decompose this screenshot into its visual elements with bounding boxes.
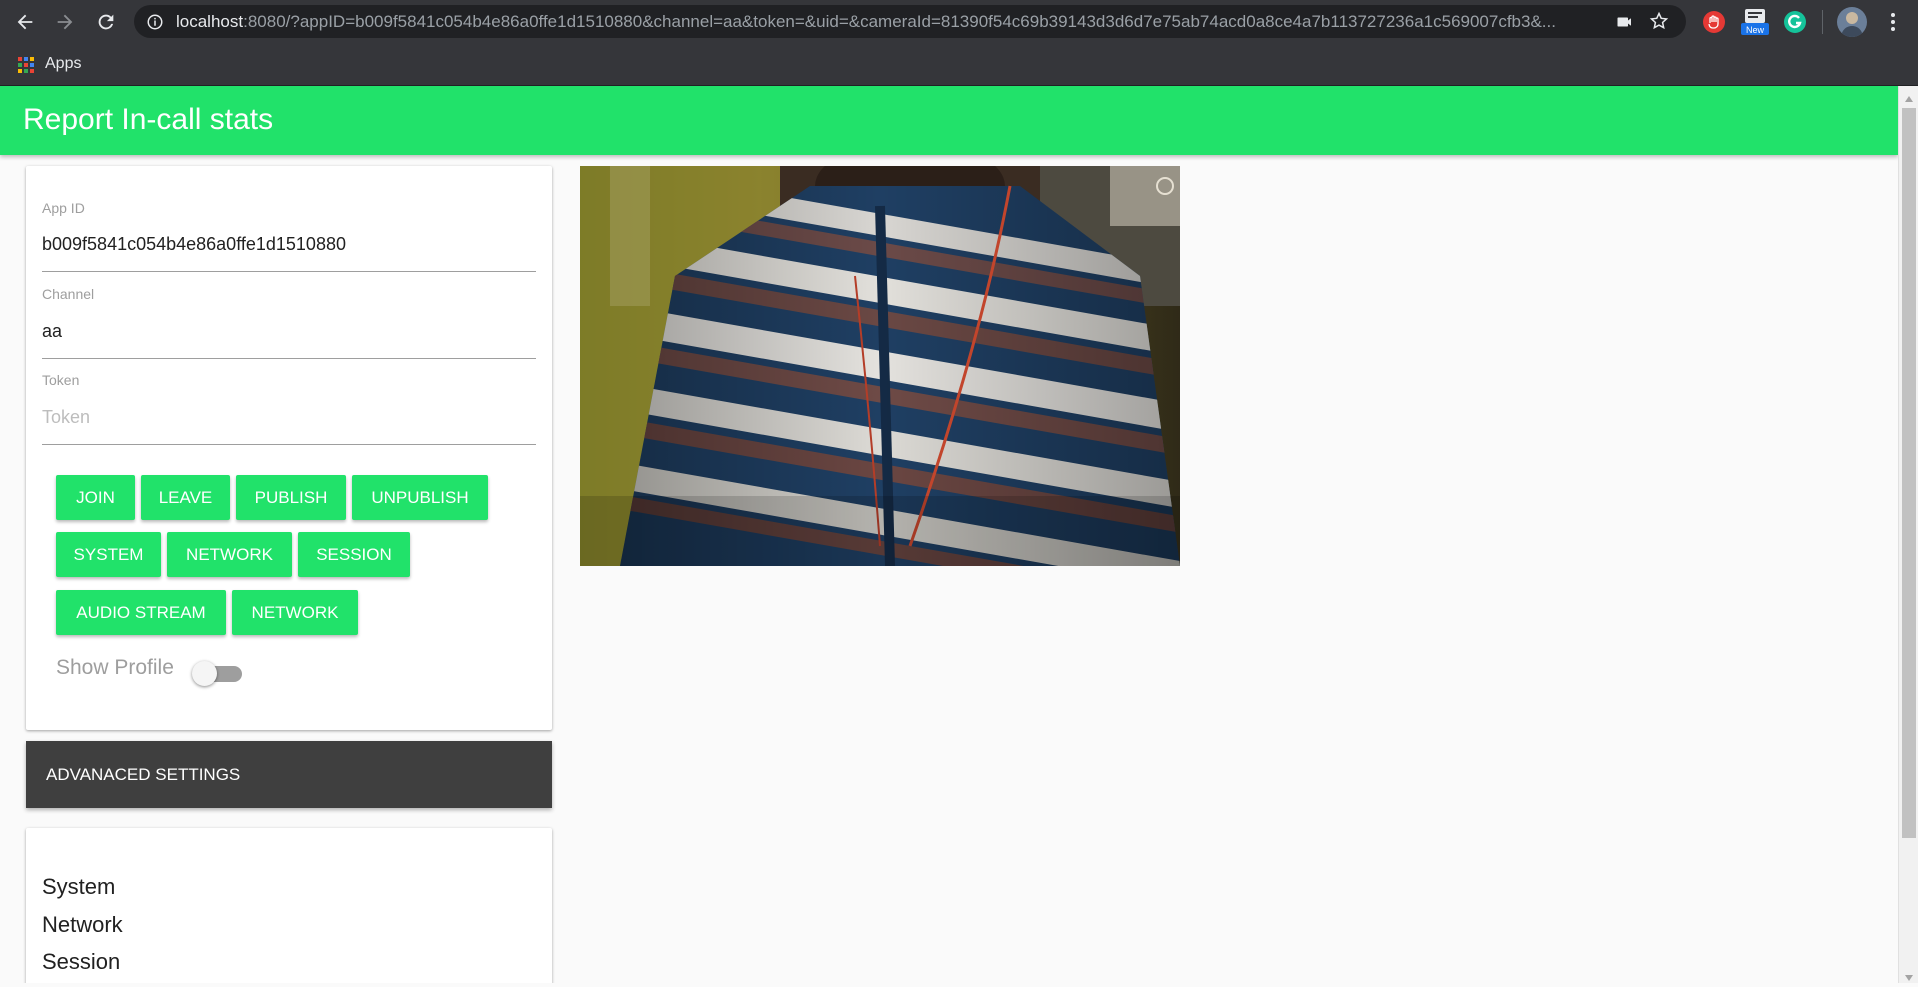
page-title: Report In-call stats	[23, 103, 274, 136]
list-item-system[interactable]: System	[42, 874, 115, 900]
page-scrollbar[interactable]	[1898, 86, 1918, 983]
channel-input[interactable]	[42, 317, 536, 345]
bookmarks-bar: Apps	[0, 43, 1918, 86]
advanced-settings-toggle[interactable]: ADVANACED SETTINGS	[26, 741, 552, 808]
join-button[interactable]: JOIN	[56, 475, 135, 520]
token-label: Token	[42, 372, 80, 388]
local-video-stream	[580, 166, 1180, 566]
advanced-settings-label: ADVANACED SETTINGS	[46, 765, 241, 784]
back-icon[interactable]	[11, 8, 39, 36]
session-stats-button[interactable]: SESSION	[298, 532, 410, 577]
bookmark-apps[interactable]: Apps	[45, 55, 81, 73]
grammarly-icon[interactable]	[1782, 9, 1808, 35]
show-profile-toggle-knob[interactable]	[192, 661, 217, 686]
camera-icon[interactable]	[1615, 13, 1635, 36]
info-icon[interactable]	[146, 13, 164, 36]
scroll-down-arrow-icon[interactable]	[1904, 969, 1914, 987]
apps-grid-icon[interactable]	[18, 57, 34, 78]
network-stream-button[interactable]: NETWORK	[232, 590, 358, 635]
network-stats-button[interactable]: NETWORK	[167, 532, 292, 577]
browser-toolbar: localhost:8080/?appID=b009f5841c054b4e86…	[0, 0, 1918, 43]
video-frame	[580, 166, 1180, 566]
app-id-label: App ID	[42, 200, 85, 216]
address-bar[interactable]: localhost:8080/?appID=b009f5841c054b4e86…	[134, 5, 1686, 38]
token-underline	[42, 444, 536, 445]
stats-list-card: System Network Session	[26, 828, 552, 983]
publish-button[interactable]: PUBLISH	[236, 475, 346, 520]
profile-avatar[interactable]	[1837, 7, 1867, 37]
svg-text:New: New	[1746, 25, 1765, 35]
url-text: localhost:8080/?appID=b009f5841c054b4e86…	[176, 12, 1556, 31]
extension-stop-icon[interactable]	[1701, 9, 1727, 35]
system-stats-button[interactable]: SYSTEM	[56, 532, 161, 577]
channel-underline	[42, 358, 536, 359]
scroll-thumb[interactable]	[1902, 108, 1916, 838]
star-icon[interactable]	[1649, 11, 1669, 36]
connection-form-card: App ID Channel Token JOIN LEAVE PUBLISH …	[26, 166, 552, 730]
unpublish-button[interactable]: UNPUBLISH	[352, 475, 488, 520]
channel-label: Channel	[42, 286, 95, 302]
token-input[interactable]	[42, 403, 536, 431]
menu-icon[interactable]	[1880, 9, 1906, 35]
list-item-session[interactable]: Session	[42, 949, 120, 975]
leave-button[interactable]: LEAVE	[141, 475, 230, 520]
app-id-underline	[42, 271, 536, 272]
show-profile-label: Show Profile	[56, 656, 174, 679]
page-viewport: Report In-call stats App ID Channel Toke…	[0, 86, 1898, 983]
toolbar-divider	[1822, 10, 1823, 34]
reload-icon[interactable]	[92, 8, 120, 36]
forward-icon[interactable]	[51, 8, 79, 36]
audio-stream-button[interactable]: AUDIO STREAM	[56, 590, 226, 635]
app-id-input[interactable]	[42, 230, 536, 258]
scroll-up-arrow-icon[interactable]	[1904, 90, 1914, 108]
extension-new-icon[interactable]: New	[1740, 7, 1770, 37]
app-bar: Report In-call stats	[0, 86, 1898, 155]
list-item-network[interactable]: Network	[42, 912, 123, 938]
